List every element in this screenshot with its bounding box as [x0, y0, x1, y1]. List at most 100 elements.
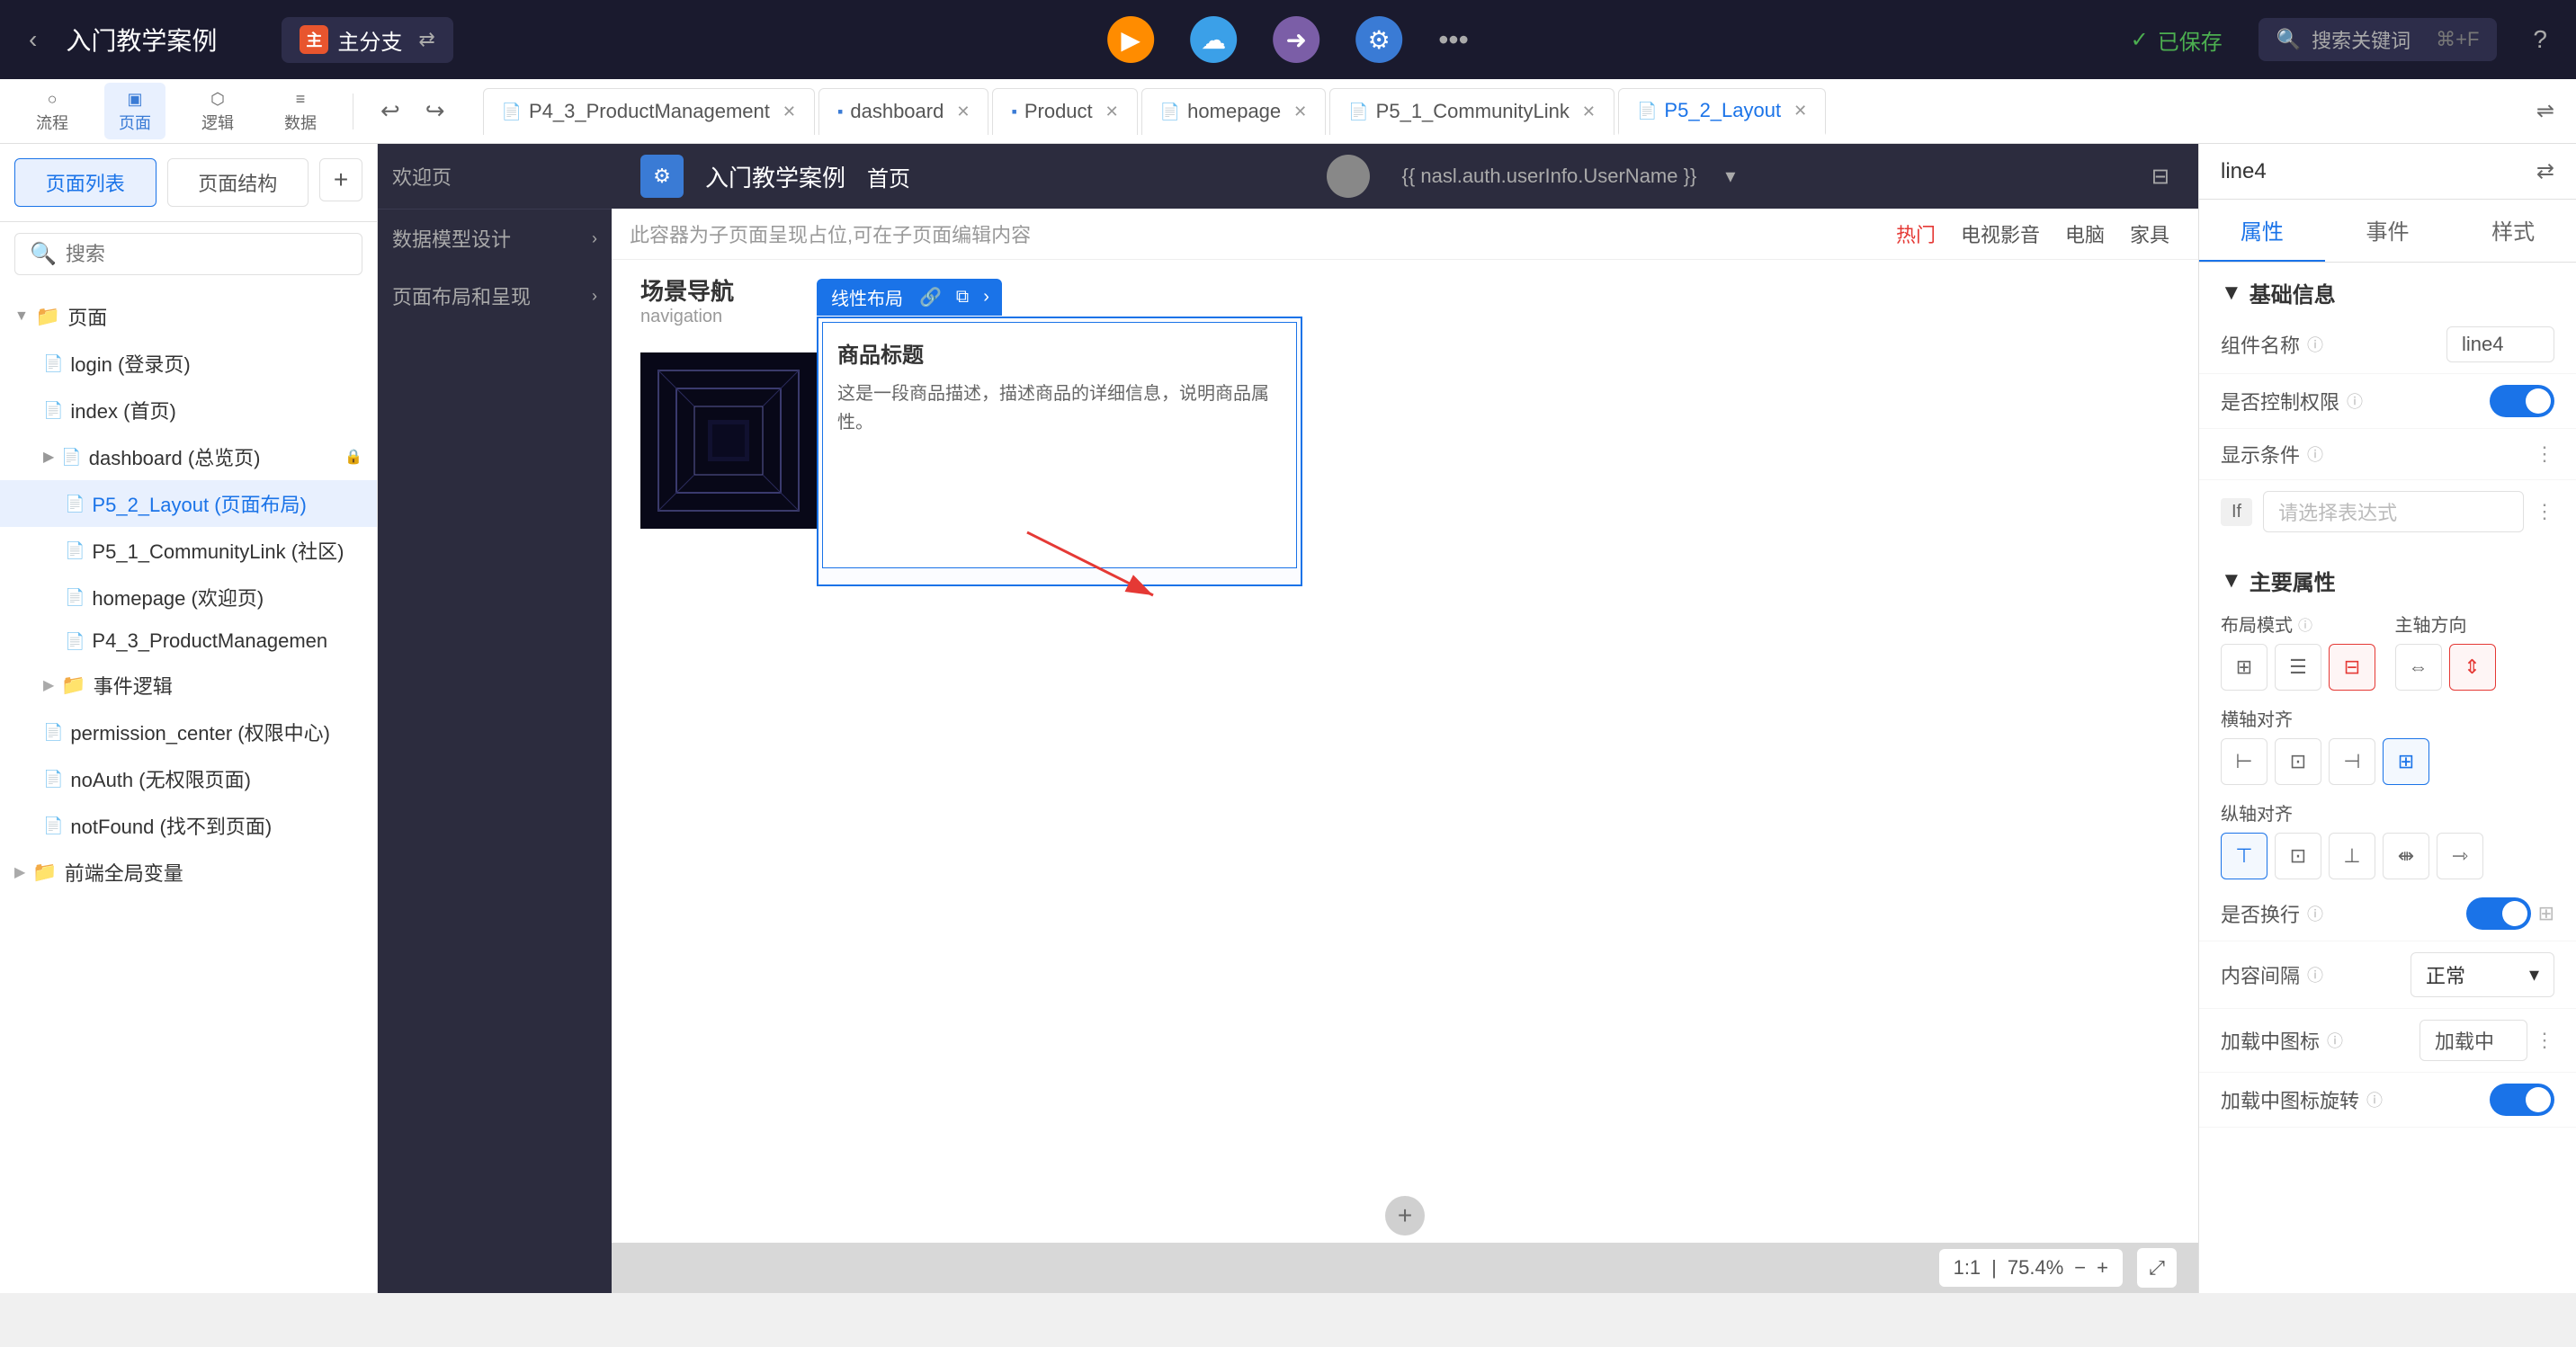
back-button[interactable]: ‹ — [29, 25, 37, 54]
product-image-content — [640, 352, 817, 529]
nav-item-pc[interactable]: 电脑 — [2065, 219, 2105, 248]
branch-button[interactable]: 主 主分支 ⇄ — [282, 17, 452, 63]
cross-align-stretch-btn[interactable]: ⊞ — [2383, 738, 2429, 785]
tab-homepage[interactable]: 📄 homepage ✕ — [1141, 88, 1327, 135]
main-align-space-around-btn[interactable]: ⇾ — [2437, 833, 2483, 879]
file-icon: 📄 — [61, 448, 81, 467]
main-align-center-btn[interactable]: ⊡ — [2275, 833, 2321, 879]
layout-mode-grid-btn[interactable]: ⊞ — [2221, 644, 2267, 691]
tab-dashboard[interactable]: ▪ dashboard ✕ — [818, 88, 988, 135]
cross-align-start-btn[interactable]: ⊢ — [2221, 738, 2267, 785]
tree-file-permission[interactable]: 📄 permission_center (权限中心) — [0, 709, 377, 755]
more-button[interactable]: ••• — [1438, 23, 1469, 57]
tree-file-login[interactable]: 📄 login (登录页) — [0, 340, 377, 387]
main-align-space-between-btn[interactable]: ⇼ — [2383, 833, 2429, 879]
tool-page[interactable]: ▣ 页面 — [104, 83, 165, 139]
sidebar-search-input[interactable] — [66, 243, 347, 266]
tool-logic[interactable]: ⬡ 逻辑 — [187, 83, 248, 139]
nav-item-tv[interactable]: 电视影音 — [1961, 219, 2040, 248]
tree-file-p51-community[interactable]: 📄 P5_1_CommunityLink (社区) — [0, 527, 377, 574]
permission-toggle[interactable] — [2490, 385, 2554, 417]
loading-more-icon[interactable]: ⋮ — [2535, 1029, 2554, 1052]
preview-dropdown-icon[interactable]: ▾ — [1725, 165, 1735, 188]
tree-file-p52-layout[interactable]: 📄 P5_2_Layout (页面布局) — [0, 480, 377, 527]
tree-file-index[interactable]: 📄 index (首页) — [0, 387, 377, 433]
help-button[interactable]: ? — [2533, 25, 2547, 54]
tab-close-btn[interactable]: ✕ — [956, 103, 970, 121]
tab-close-btn[interactable]: ✕ — [783, 103, 796, 121]
tree-file-p43-product[interactable]: 📄 P4_3_ProductManagemen — [0, 620, 377, 662]
sidebar-search-box[interactable]: 🔍 — [14, 233, 362, 275]
prop-display-condition: 显示条件 ⓘ ⋮ — [2199, 429, 2576, 480]
link-icon[interactable]: 🔗 — [914, 284, 947, 310]
search-bar[interactable]: 🔍 搜索关键词 ⌘+F — [2258, 18, 2498, 61]
tab-properties[interactable]: 属性 — [2199, 200, 2325, 262]
tool-workflow[interactable]: ○ 流程 — [22, 83, 83, 139]
right-panel-content: ▼ 基础信息 组件名称 ⓘ line4 是否控制权限 ⓘ — [2199, 263, 2576, 1293]
expand-canvas-btn[interactable]: ⤢ — [2137, 1248, 2177, 1288]
tab-product[interactable]: ▪ Product ✕ — [992, 88, 1137, 135]
axis-horizontal-btn[interactable]: ⇔ — [2395, 644, 2442, 691]
loading-rotate-toggle[interactable] — [2490, 1084, 2554, 1116]
tree-file-dashboard[interactable]: ▶ 📄 dashboard (总览页) 🔒 — [0, 433, 377, 480]
main-align-end-btn[interactable]: ⊥ — [2329, 833, 2375, 879]
tab-icon: ▪ — [1011, 103, 1016, 121]
sidebar-add-button[interactable]: + — [319, 158, 362, 201]
product-text-box[interactable]: 商品标题 这是一段商品描述，描述商品的详细信息，说明商品属性。 — [822, 322, 1297, 568]
tree-item-label: 前端全局变量 — [65, 858, 183, 887]
component-name-value-box[interactable]: line4 — [2446, 326, 2554, 362]
axis-vertical-btn[interactable]: ⇕ — [2449, 644, 2496, 691]
tree-item-label: dashboard (总览页) — [89, 442, 261, 471]
tab-label: dashboard — [850, 100, 944, 123]
tabs-expand-btn[interactable]: ⇌ — [2536, 98, 2554, 124]
loading-value-box[interactable]: 加载中 — [2419, 1020, 2527, 1061]
preview-expand-btn[interactable]: ⊟ — [2151, 164, 2169, 190]
sidebar-tab-page-struct[interactable]: 页面结构 — [167, 158, 309, 207]
nav-item-hot[interactable]: 热门 — [1896, 219, 1936, 248]
play-icon[interactable]: ▶ — [1107, 16, 1154, 63]
copy-icon[interactable]: ⧉ — [951, 285, 974, 309]
tree-folder-event[interactable]: ▶ 📁 事件逻辑 — [0, 662, 377, 709]
tab-close-btn[interactable]: ✕ — [1582, 103, 1596, 121]
tab-events[interactable]: 事件 — [2325, 200, 2451, 262]
prop-options-icon[interactable]: ⋮ — [2535, 442, 2554, 466]
cross-align-end-btn[interactable]: ⊣ — [2329, 738, 2375, 785]
sidebar-tab-page-list[interactable]: 页面列表 — [14, 158, 157, 207]
tab-community[interactable]: 📄 P5_1_CommunityLink ✕ — [1329, 88, 1614, 135]
cloud-icon[interactable]: ☁ — [1190, 16, 1237, 63]
share-icon[interactable]: ➜ — [1273, 16, 1319, 63]
tree-file-homepage[interactable]: 📄 homepage (欢迎页) — [0, 574, 377, 620]
tab-close-btn[interactable]: ✕ — [1105, 103, 1119, 121]
tree-file-noauth[interactable]: 📄 noAuth (无权限页面) — [0, 755, 377, 802]
tree-file-notfound[interactable]: 📄 notFound (找不到页面) — [0, 802, 377, 849]
main-align-start-btn[interactable]: ⊤ — [2221, 833, 2267, 879]
layout-mode-flex-btn[interactable]: ⊟ — [2329, 644, 2375, 691]
add-row-button[interactable]: + — [1385, 1196, 1425, 1235]
tab-layout[interactable]: 📄 P5_2_Layout ✕ — [1618, 88, 1826, 135]
tab-close-btn[interactable]: ✕ — [1293, 103, 1307, 121]
cross-align-center-btn[interactable]: ⊡ — [2275, 738, 2321, 785]
tool-data[interactable]: ≡ 数据 — [270, 83, 331, 139]
tab-styles[interactable]: 样式 — [2450, 200, 2576, 262]
panel-collapse-btn[interactable]: ⇄ — [2536, 158, 2554, 184]
zoom-plus-btn[interactable]: + — [2097, 1256, 2108, 1280]
layout-mode-list-btn[interactable]: ☰ — [2275, 644, 2321, 691]
condition-expression-input[interactable]: 请选择表达式 — [2263, 491, 2524, 532]
gap-select[interactable]: 正常 ▾ — [2411, 952, 2554, 997]
tab-close-btn[interactable]: ✕ — [1793, 102, 1807, 120]
redo-button[interactable]: ↪ — [420, 92, 451, 130]
zoom-minus-btn[interactable]: − — [2074, 1256, 2086, 1280]
tree-folder-global-vars[interactable]: ▶ 📁 前端全局变量 — [0, 849, 377, 896]
nav-item-furniture[interactable]: 家具 — [2130, 219, 2169, 248]
zoom-ratio: 1:1 — [1954, 1256, 1981, 1280]
wrap-toggle[interactable] — [2466, 897, 2531, 930]
tree-folder-pages[interactable]: ▼ 📁 页面 — [0, 293, 377, 340]
tab-p4-product[interactable]: 📄 P4_3_ProductManagement ✕ — [483, 88, 815, 135]
search-shortcut: ⌘+F — [2436, 28, 2479, 51]
settings-icon[interactable]: ⚙ — [1355, 16, 1402, 63]
undo-button[interactable]: ↩ — [375, 92, 406, 130]
preview-nav-home[interactable]: 首页 — [867, 161, 910, 192]
more-icon[interactable]: › — [978, 285, 995, 309]
linear-layout-container[interactable]: 线性布局 🔗 ⧉ › 商品标题 这是一段商品描述，描述商品的详细信息，说明商品属… — [817, 317, 1302, 586]
condition-more-icon[interactable]: ⋮ — [2535, 500, 2554, 523]
